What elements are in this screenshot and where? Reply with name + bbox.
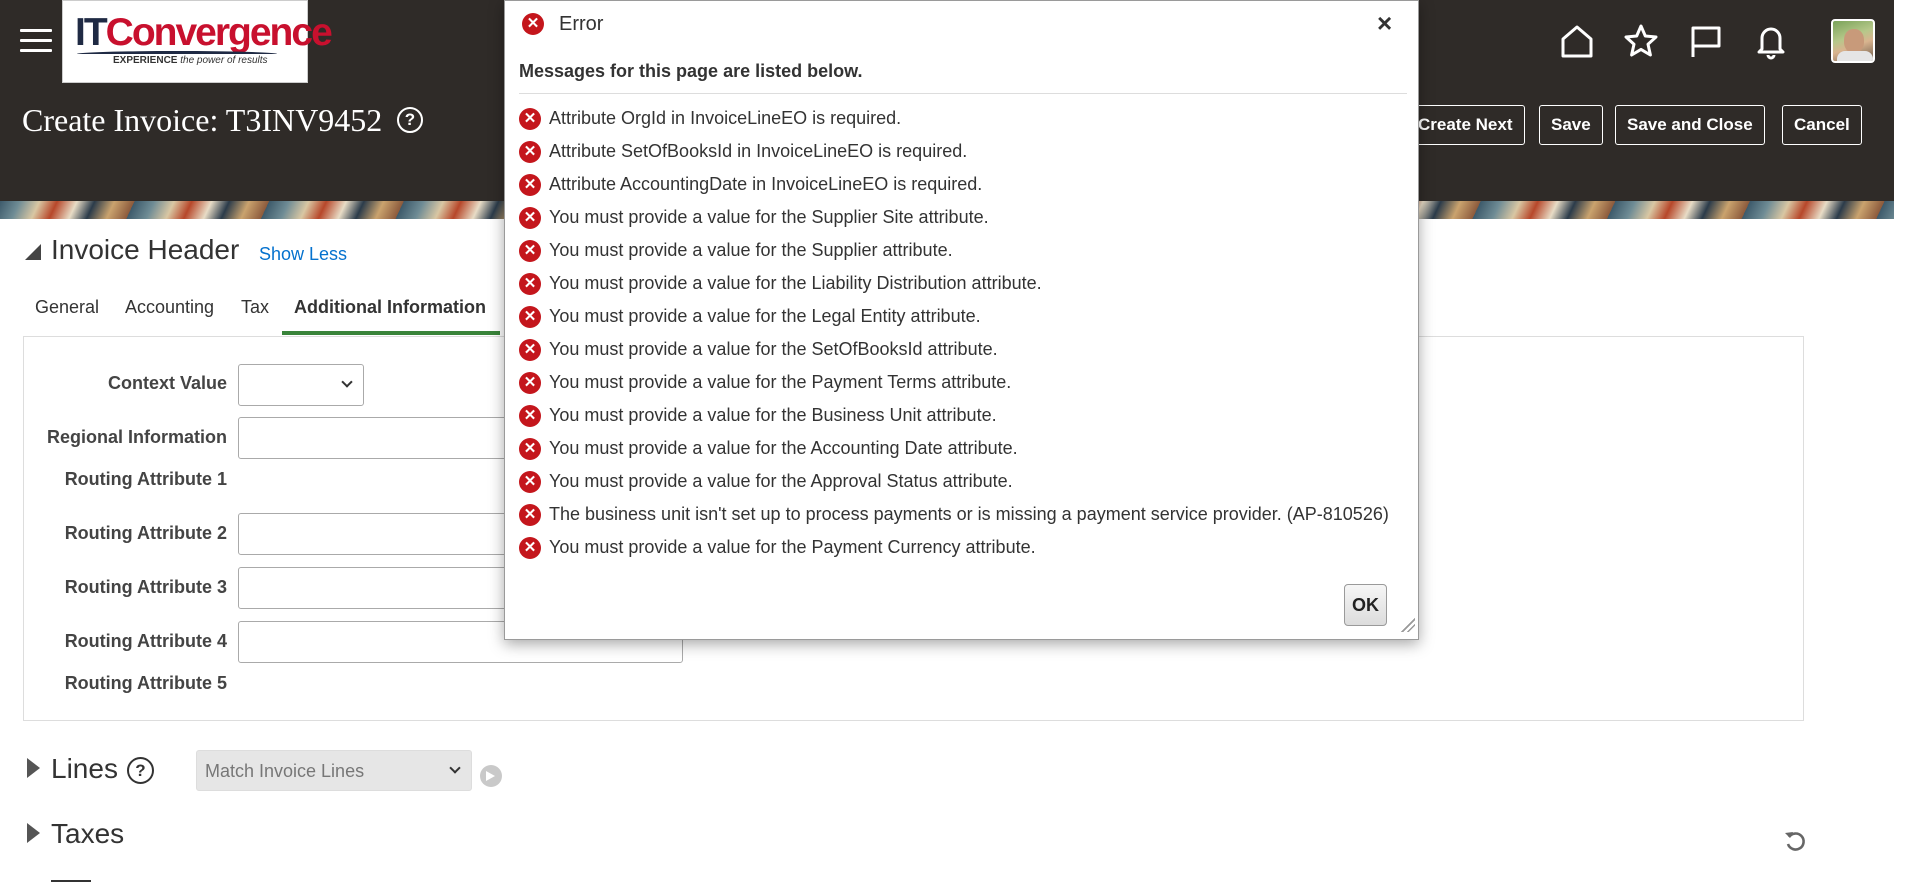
error-icon: ✕ [519,504,541,526]
chevron-down-icon [341,376,353,388]
logo-wordmark: ITConvergence [75,11,333,54]
error-icon: ✕ [519,339,541,361]
close-icon[interactable]: × [1377,9,1392,37]
error-message-text: You must provide a value for the Supplie… [549,207,989,227]
refresh-icon[interactable] [1783,828,1809,854]
error-icon: ✕ [519,471,541,493]
error-message-text: You must provide a value for the Legal E… [549,306,981,326]
dialog-title: Error [559,13,604,35]
routing-attribute-5-label: Routing Attribute 5 [64,673,227,693]
dialog-subtitle: Messages for this page are listed below. [519,61,863,81]
error-icon: ✕ [519,273,541,295]
tab-tax[interactable]: Tax [241,297,269,318]
lines-section-title: Lines [51,753,118,784]
resize-handle-icon[interactable] [1401,618,1415,632]
error-dialog: ✕ Error × Messages for this page are lis… [504,0,1419,640]
error-message-text: Attribute OrgId in InvoiceLineEO is requ… [549,108,902,128]
cancel-button[interactable]: Cancel [1782,105,1862,145]
error-message-text: You must provide a value for the SetOfBo… [549,339,998,359]
lines-help-icon[interactable]: ? [127,757,154,784]
error-message-text: You must provide a value for the Account… [549,438,1018,458]
error-icon: ✕ [519,405,541,427]
show-less-link[interactable]: Show Less [259,244,347,265]
error-message-text: You must provide a value for the Payment… [549,537,1036,557]
regional-information-label: Regional Information [47,427,227,447]
match-invoice-lines-select[interactable]: Match Invoice Lines [196,750,472,791]
context-value-select[interactable] [238,364,364,406]
routing-attribute-2-label: Routing Attribute 2 [64,523,227,543]
tab-additional-information[interactable]: Additional Information [294,297,486,318]
logo-tagline: EXPERIENCE the power of results [113,55,268,66]
bell-icon[interactable] [1752,22,1790,60]
routing-attribute-4-label: Routing Attribute 4 [64,631,227,651]
match-invoice-lines-label: Match Invoice Lines [205,761,365,781]
ok-button[interactable]: OK [1344,584,1387,626]
star-icon[interactable] [1622,22,1660,60]
expand-lines-icon[interactable] [27,758,40,778]
invoice-header-title: Invoice Header [51,234,240,265]
error-icon: ✕ [519,306,541,328]
help-icon[interactable]: ? [397,107,423,133]
error-message-text: Attribute SetOfBooksId in InvoiceLineEO … [549,141,968,161]
flag-icon[interactable] [1687,22,1725,60]
error-icon: ✕ [519,537,541,559]
error-icon: ✕ [519,174,541,196]
create-next-button[interactable]: Create Next [1406,105,1525,145]
taxes-section-title: Taxes [51,818,125,849]
dialog-divider [519,93,1407,94]
error-message-text: You must provide a value for the Liabili… [549,273,1042,293]
tab-accounting[interactable]: Accounting [125,297,214,318]
chevron-down-icon [449,762,461,774]
error-message-text: You must provide a value for the Payment… [549,372,1012,392]
error-icon: ✕ [519,240,541,262]
error-icon: ✕ [519,207,541,229]
routing-attribute-3-label: Routing Attribute 3 [64,577,227,597]
hamburger-icon[interactable] [20,29,52,55]
save-button[interactable]: Save [1539,105,1603,145]
error-icon: ✕ [522,13,544,35]
collapse-section-icon[interactable] [25,244,41,260]
error-message-text: You must provide a value for the Busines… [549,405,997,425]
save-and-close-button[interactable]: Save and Close [1615,105,1765,145]
go-arrow-icon[interactable] [480,765,502,787]
routing-attribute-1-label: Routing Attribute 1 [64,469,227,489]
home-icon[interactable] [1558,22,1596,60]
error-icon: ✕ [519,438,541,460]
error-message-text: You must provide a value for the Approva… [549,471,1013,491]
error-message-text: Attribute AccountingDate in InvoiceLineE… [549,174,983,194]
tab-general[interactable]: General [35,297,99,318]
next-section-edge [51,880,91,892]
error-message-text: You must provide a value for the Supplie… [549,240,953,260]
error-icon: ✕ [519,372,541,394]
company-logo[interactable]: ITConvergence EXPERIENCE the power of re… [62,0,333,83]
context-value-label: Context Value [107,373,227,393]
error-icon: ✕ [519,141,541,163]
expand-taxes-icon[interactable] [27,823,40,843]
error-message-text: The business unit isn't set up to proces… [549,504,1389,524]
user-avatar[interactable] [1831,19,1875,63]
page-scrollbar-gutter [1894,0,1920,892]
error-icon: ✕ [519,108,541,130]
active-tab-indicator [282,331,500,335]
page-title: Create Invoice: T3INV9452 [22,102,383,138]
